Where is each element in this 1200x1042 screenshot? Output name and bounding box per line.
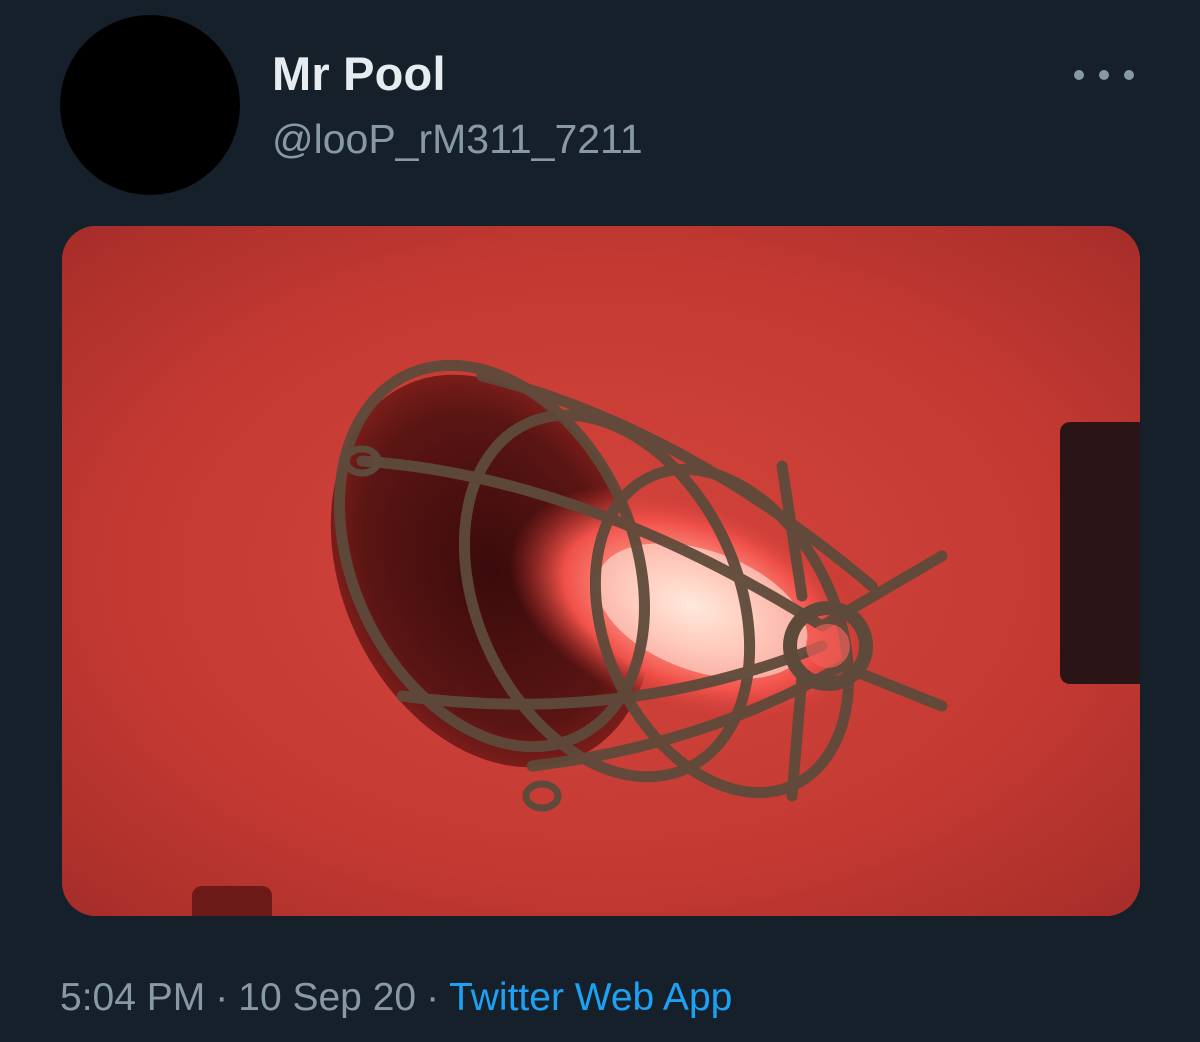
separator: · <box>426 976 440 1019</box>
tweet-meta: 5:04 PM · 10 Sep 20 · Twitter Web App <box>60 976 732 1020</box>
avatar[interactable] <box>60 15 240 195</box>
tweet-photo[interactable] <box>62 226 1140 916</box>
more-dots-icon[interactable] <box>1074 60 1134 90</box>
tweet-time[interactable]: 5:04 PM <box>60 976 205 1019</box>
tweet-date[interactable]: 10 Sep 20 <box>238 976 416 1019</box>
user-handle[interactable]: @looP_rM311_7211 <box>272 116 643 163</box>
red-light-cage-image <box>62 226 1140 916</box>
more-dot <box>1124 70 1134 80</box>
more-dot <box>1074 70 1084 80</box>
tweet-source-link[interactable]: Twitter Web App <box>449 976 732 1019</box>
separator: · <box>215 976 229 1019</box>
more-dot <box>1099 70 1109 80</box>
display-name[interactable]: Mr Pool <box>272 46 446 101</box>
tweet: Mr Pool @looP_rM311_7211 5:04 PM · 10 Se… <box>0 0 1200 1042</box>
